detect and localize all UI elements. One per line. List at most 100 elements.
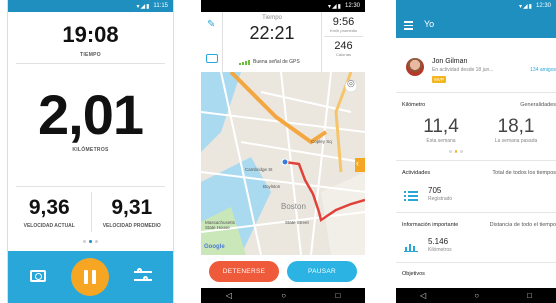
page-indicator bbox=[8, 240, 173, 243]
bar-chart-icon bbox=[404, 239, 418, 252]
camera-icon[interactable] bbox=[206, 54, 218, 63]
map-label: Massachusetts State House bbox=[205, 220, 236, 230]
pause-button[interactable]: PAUSAR bbox=[287, 261, 357, 282]
map-label: State Street bbox=[285, 220, 309, 225]
app-screenshot-collage: ▾◢▮ 11:15 19:08 TIEMPO 2,01 KILÓMETROS 9… bbox=[0, 0, 556, 303]
gps-status-text: Buena señal de GPS bbox=[253, 59, 300, 65]
current-speed-value: 9,36 bbox=[28, 196, 70, 219]
control-bar: DETENERSE PAUSAR bbox=[201, 255, 365, 288]
total-distance: 5.146 bbox=[428, 237, 449, 246]
info-filter[interactable]: Distancia de todo el tiempo bbox=[490, 222, 556, 228]
status-time: 11:15 bbox=[153, 3, 168, 9]
camera-icon[interactable] bbox=[30, 270, 46, 282]
activities-count: 705 bbox=[428, 186, 442, 195]
activities-filter[interactable]: Total de todos los tiempos bbox=[492, 170, 556, 176]
profile-screen: ▾◢▮ 12:30 Yo Jon Gilman En actividad des… bbox=[396, 0, 556, 303]
this-week-label: Esta semana bbox=[426, 138, 456, 144]
bottom-control-bar bbox=[8, 251, 173, 303]
divider bbox=[16, 63, 165, 64]
collapse-arrow-icon[interactable]: ‹ bbox=[356, 158, 359, 168]
current-speed-block: 9,36 VELOCIDAD ACTUAL bbox=[8, 196, 91, 229]
status-bar: ▾◢▮ 12:30 bbox=[201, 0, 365, 12]
google-logo: Google bbox=[204, 244, 225, 250]
last-week-value: 18,1 bbox=[497, 116, 535, 137]
avg-speed-block: 9,31 VELOCIDAD PROMEDIO bbox=[91, 196, 174, 229]
recents-icon[interactable]: □ bbox=[335, 291, 340, 300]
elapsed-time: 19:08 bbox=[62, 22, 119, 47]
signal-battery-icons: ▾◢▮ bbox=[136, 3, 151, 10]
mvp-badge: MVP bbox=[432, 76, 446, 83]
avatar[interactable] bbox=[406, 58, 424, 76]
status-time: 12:30 bbox=[344, 3, 360, 9]
distance-value: 2,01 bbox=[38, 83, 144, 146]
km-section-title: Kilómetro bbox=[402, 102, 426, 108]
wrench-icon[interactable]: ✎ bbox=[207, 20, 217, 30]
calories-label: Calorías bbox=[336, 52, 351, 57]
signal-battery-icons: ▾◢▮ bbox=[328, 3, 342, 10]
gps-signal-icon bbox=[239, 59, 250, 65]
info-section-title: Información importante bbox=[402, 222, 459, 228]
map-label: Boston bbox=[281, 202, 306, 211]
time-label: TIEMPO bbox=[80, 52, 101, 58]
system-nav-bar: ◁ ○ □ bbox=[396, 288, 556, 303]
system-nav-bar: ◁ ○ □ bbox=[201, 288, 365, 303]
tracking-map-screen: ▾◢▮ 12:30 ✎ Tiempo 22:21 Buena señal de … bbox=[201, 0, 365, 303]
divider bbox=[16, 186, 165, 187]
back-icon[interactable]: ◁ bbox=[420, 291, 426, 300]
page-dot-active bbox=[89, 240, 92, 243]
back-icon[interactable]: ◁ bbox=[226, 291, 232, 300]
home-icon[interactable]: ○ bbox=[281, 291, 286, 300]
stats-header: ✎ Tiempo 22:21 Buena señal de GPS 9:56 K… bbox=[201, 12, 365, 72]
map-label: Boylston bbox=[263, 184, 281, 189]
elapsed-time: 22:21 bbox=[249, 23, 295, 43]
goals-section-title: Objetivos bbox=[402, 271, 425, 277]
page-title: Yo bbox=[424, 19, 435, 29]
status-time: 12:30 bbox=[535, 3, 551, 9]
status-bar: ▾◢▮ 12:30 bbox=[396, 0, 556, 12]
current-speed-label: VELOCIDAD ACTUAL bbox=[23, 223, 75, 229]
my-location-icon[interactable]: ◎ bbox=[347, 78, 355, 89]
divider bbox=[396, 92, 556, 93]
tool-column: ✎ bbox=[201, 12, 223, 72]
list-icon bbox=[404, 188, 418, 201]
friends-link[interactable]: 134 amigos bbox=[530, 67, 556, 73]
pace-label: Km/h promedio bbox=[329, 28, 358, 33]
gps-status: Buena señal de GPS bbox=[239, 59, 300, 65]
divider bbox=[396, 262, 556, 263]
pause-button[interactable] bbox=[71, 258, 109, 296]
settings-sliders-icon[interactable] bbox=[134, 268, 152, 283]
km-filter[interactable]: Generalidades bbox=[520, 102, 556, 108]
activities-section-title: Actividades bbox=[402, 170, 431, 176]
last-week-stat: 18,1 La semana pasada bbox=[476, 116, 556, 144]
distance-label: KILÓMETROS bbox=[72, 147, 109, 153]
this-week-stat: 11,4 Esta semana bbox=[401, 116, 481, 144]
menu-icon[interactable] bbox=[404, 21, 413, 32]
pace-value: 9:56 bbox=[332, 16, 355, 28]
activities-sub: Registrado bbox=[428, 196, 453, 202]
user-name: Jon Gilman bbox=[432, 58, 468, 65]
calories-value: 246 bbox=[334, 40, 353, 52]
avg-speed-value: 9,31 bbox=[111, 196, 153, 219]
time-label: Tiempo bbox=[262, 15, 282, 21]
tracking-stats-screen: ▾◢▮ 11:15 19:08 TIEMPO 2,01 KILÓMETROS 9… bbox=[7, 0, 174, 303]
recents-icon[interactable]: □ bbox=[527, 291, 532, 300]
stop-button[interactable]: DETENERSE bbox=[209, 261, 279, 282]
avg-speed-label: VELOCIDAD PROMEDIO bbox=[102, 223, 161, 229]
page-dot bbox=[83, 240, 86, 243]
map-label: Cambridge St bbox=[245, 167, 273, 172]
total-distance-unit: Kilómetros bbox=[428, 247, 452, 253]
page-indicator bbox=[396, 150, 516, 153]
last-week-label: La semana pasada bbox=[494, 138, 538, 144]
divider bbox=[396, 160, 556, 161]
signal-battery-icons: ▾◢▮ bbox=[519, 3, 533, 10]
app-bar: Yo bbox=[396, 12, 556, 38]
status-bar: ▾◢▮ 11:15 bbox=[8, 0, 173, 12]
user-active-since: En actividad desde 18 jun... bbox=[432, 67, 494, 73]
map-label: Copley Sq bbox=[311, 139, 332, 144]
side-stats: 9:56 Km/h promedio 246 Calorías bbox=[321, 12, 365, 72]
home-icon[interactable]: ○ bbox=[474, 291, 479, 300]
this-week-value: 11,4 bbox=[423, 116, 459, 137]
divider bbox=[396, 212, 556, 213]
route-map[interactable]: Cambridge St Boylston Copley Sq Boston S… bbox=[201, 72, 365, 255]
page-dot bbox=[95, 240, 98, 243]
